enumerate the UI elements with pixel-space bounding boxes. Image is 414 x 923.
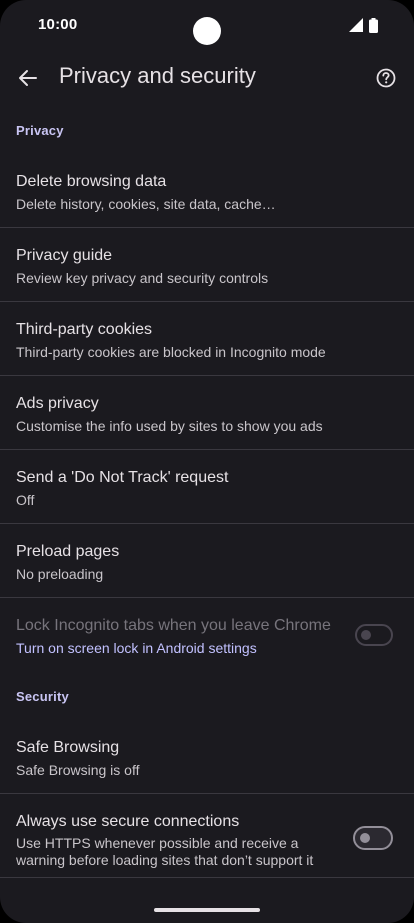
status-bar: 10:00	[0, 0, 414, 50]
lock-incognito-toggle	[355, 624, 393, 646]
setting-lock-incognito-tabs: Lock Incognito tabs when you leave Chrom…	[0, 598, 414, 672]
setting-subtitle: Use HTTPS whenever possible and receive …	[16, 835, 314, 868]
phone-screen: 10:00 Privacy and security Privacy Delet…	[0, 0, 414, 923]
camera-cutout	[193, 17, 221, 45]
setting-title: Third-party cookies	[16, 321, 153, 338]
setting-delete-browsing-data[interactable]: Delete browsing data Delete history, coo…	[0, 154, 414, 228]
setting-title: Privacy guide	[16, 247, 113, 264]
setting-subtitle: Third-party cookies are blocked in Incog…	[16, 344, 326, 360]
status-time: 10:00	[38, 16, 78, 33]
setting-subtitle: Off	[16, 492, 35, 508]
battery-icon	[369, 17, 378, 33]
setting-subtitle: No preloading	[16, 566, 104, 582]
setting-subtitle: Customise the info used by sites to show…	[16, 418, 323, 434]
setting-third-party-cookies[interactable]: Third-party cookies Third-party cookies …	[0, 302, 414, 376]
app-bar: Privacy and security	[0, 50, 414, 106]
setting-title: Safe Browsing	[16, 739, 120, 756]
help-icon	[376, 68, 396, 88]
setting-title: Lock Incognito tabs when you leave Chrom…	[16, 617, 331, 634]
signal-icon	[349, 18, 363, 32]
setting-title: Delete browsing data	[16, 173, 167, 190]
screen-lock-settings-link[interactable]: Turn on screen lock in Android settings	[16, 639, 398, 658]
toggle-knob	[361, 630, 371, 640]
setting-subtitle: Delete history, cookies, site data, cach…	[16, 196, 276, 212]
setting-ads-privacy[interactable]: Ads privacy Customise the info used by s…	[0, 376, 414, 450]
section-header-privacy: Privacy	[16, 123, 64, 138]
setting-do-not-track[interactable]: Send a 'Do Not Track' request Off	[0, 450, 414, 524]
setting-privacy-guide[interactable]: Privacy guide Review key privacy and sec…	[0, 228, 414, 302]
setting-title: Send a 'Do Not Track' request	[16, 469, 229, 486]
setting-preload-pages[interactable]: Preload pages No preloading	[0, 524, 414, 598]
setting-title: Preload pages	[16, 543, 120, 560]
gesture-nav-handle[interactable]	[154, 908, 260, 912]
secure-connections-toggle[interactable]	[353, 826, 393, 850]
section-header-security: Security	[16, 689, 69, 704]
toggle-knob	[360, 833, 370, 843]
setting-title: Ads privacy	[16, 395, 99, 412]
arrow-back-icon	[19, 70, 37, 86]
setting-subtitle: Review key privacy and security controls	[16, 270, 269, 286]
setting-title: Always use secure connections	[16, 813, 240, 830]
help-button[interactable]	[370, 62, 402, 94]
settings-list: Privacy Delete browsing data Delete hist…	[0, 106, 414, 878]
status-icons	[349, 17, 378, 33]
back-button[interactable]	[12, 62, 44, 94]
setting-always-secure-connections[interactable]: Always use secure connections Use HTTPS …	[0, 794, 414, 878]
setting-subtitle: Safe Browsing is off	[16, 762, 140, 778]
setting-safe-browsing[interactable]: Safe Browsing Safe Browsing is off	[0, 720, 414, 794]
page-title: Privacy and security	[59, 63, 256, 88]
